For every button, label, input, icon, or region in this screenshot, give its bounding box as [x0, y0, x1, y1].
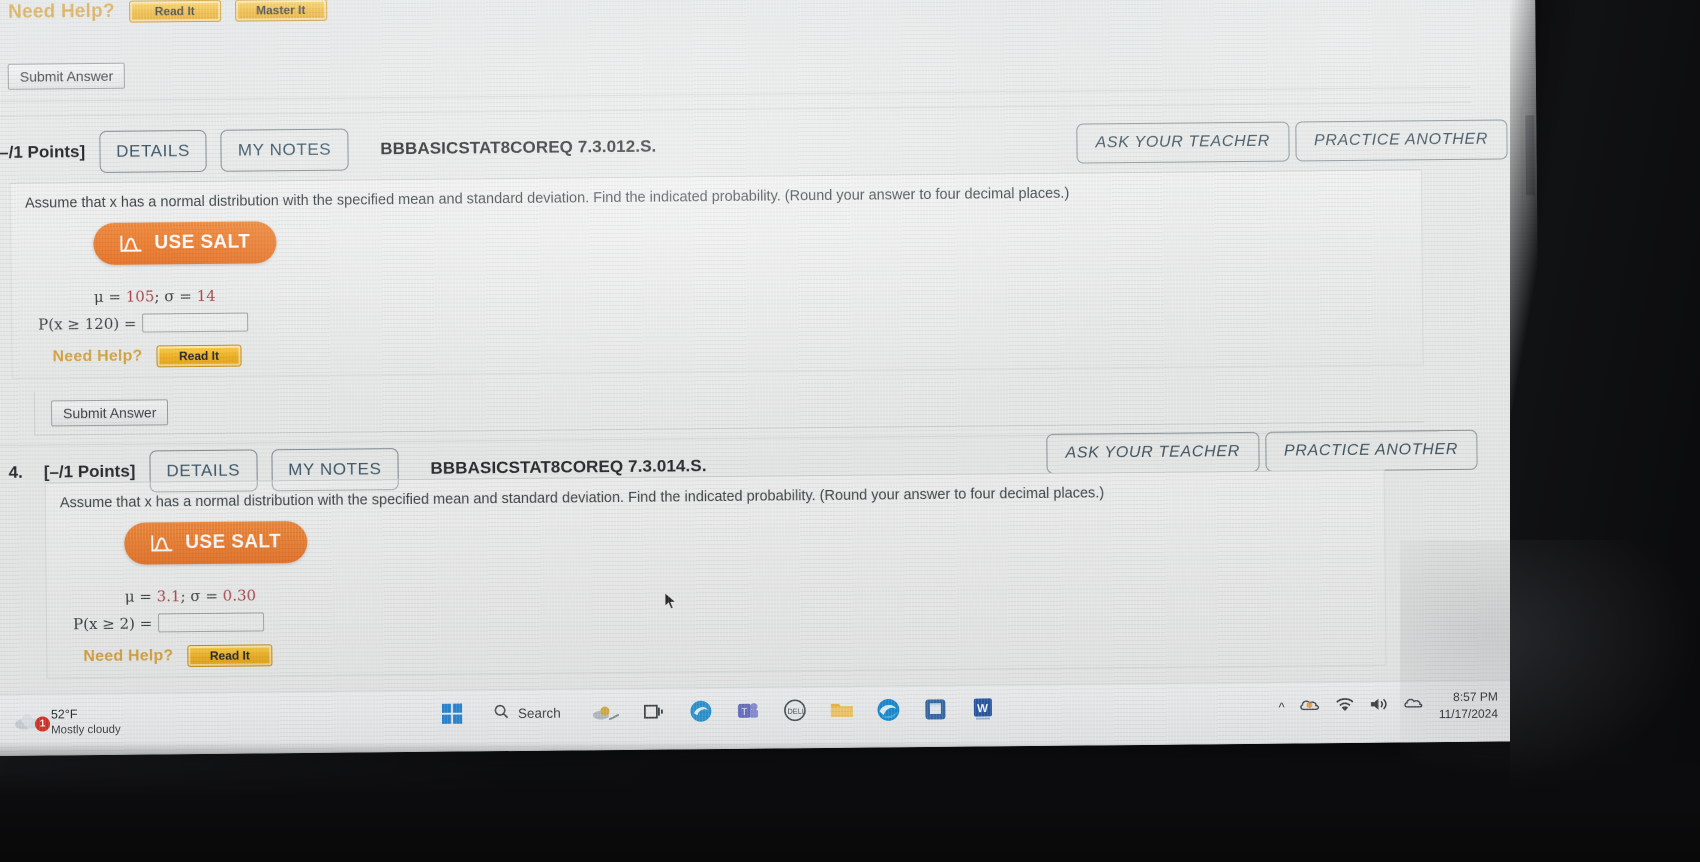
submit-answer-button-1[interactable]: Submit Answer [50, 399, 169, 427]
mu-symbol-1: μ [93, 287, 104, 307]
distribution-parameters-2: μ = 3.1; σ = 0.30 [125, 586, 256, 605]
sigma-equals-2: = [200, 586, 223, 606]
desk-reflection [1400, 540, 1700, 780]
onedrive-icon[interactable] [1299, 696, 1321, 719]
master-it-button[interactable]: Master It [234, 0, 327, 22]
problem-submit-area-1: Submit Answer [33, 378, 1425, 436]
need-help-row-2: Need Help? Read It [83, 644, 273, 668]
problem-id-2: BBBASICSTAT8COREQ 7.3.014.S. [430, 456, 707, 478]
weather-notification-badge: 1 [34, 716, 51, 732]
svg-text:DELL: DELL [787, 707, 806, 716]
ask-your-teacher-button-1[interactable]: ASK YOUR TEACHER [1076, 121, 1290, 164]
mu-equals-1: = [103, 287, 126, 306]
problem-id-1: BBBASICSTAT8COREQ 7.3.012.S. [380, 136, 657, 159]
edge-icon[interactable] [874, 694, 904, 724]
weather-condition: Mostly cloudy [51, 723, 121, 737]
submit-answer-button[interactable]: Submit Answer [7, 62, 126, 90]
use-salt-button-1[interactable]: USE SALT [93, 221, 277, 266]
chevron-up-icon[interactable]: ^ [1279, 700, 1285, 715]
edge-copilot-icon[interactable] [686, 696, 716, 726]
use-salt-button-2[interactable]: USE SALT [124, 520, 308, 565]
question-text-2: Assume that x has a normal distribution … [59, 485, 1105, 512]
taskbar-weather-widget[interactable]: 1 52°F Mostly cloudy [13, 706, 121, 739]
read-it-button[interactable]: Read It [128, 0, 221, 23]
sigma-symbol-1: σ [164, 287, 175, 306]
monitor-screen: Need Help? Read It Master It Submit Answ… [0, 0, 1543, 756]
monitor-photo: Need Help? Read It Master It Submit Answ… [0, 0, 1700, 862]
teams-icon[interactable]: T [733, 696, 763, 726]
practice-another-button-2[interactable]: PRACTICE ANOTHER [1264, 429, 1478, 472]
problem-header-1: [–/1 Points] DETAILS MY NOTES BBBASICSTA… [0, 126, 657, 174]
top-need-help-row: Need Help? Read It Master It [8, 0, 327, 24]
sigma-value-1: 14 [196, 286, 216, 306]
need-help-row-1: Need Help? Read It [52, 344, 242, 369]
taskbar-app-icons: Search T DELL W [437, 693, 998, 728]
probability-expression-2: P(x ≥ 2) = [72, 613, 153, 633]
sigma-equals-1: = [174, 287, 197, 306]
widgets-icon[interactable] [592, 697, 622, 727]
problem-actions-2: ASK YOUR TEACHER PRACTICE ANOTHER [1046, 429, 1478, 474]
search-icon [494, 704, 509, 722]
volume-icon[interactable] [1369, 695, 1389, 717]
mu-value-1: 105 [125, 287, 155, 306]
answer-input-1[interactable] [142, 312, 249, 333]
store-icon[interactable] [921, 694, 951, 724]
mu-equals-2: = [134, 587, 157, 606]
details-button-1[interactable]: DETAILS [98, 129, 208, 173]
svg-text:W: W [977, 703, 988, 715]
mu-value-2: 3.1 [156, 587, 181, 606]
mu-symbol-2: μ [124, 587, 135, 606]
practice-another-button-1[interactable]: PRACTICE ANOTHER [1294, 119, 1508, 162]
sigma-value-2: 0.30 [222, 586, 257, 605]
webassign-page: Need Help? Read It Master It Submit Answ… [0, 0, 1542, 694]
read-it-button-2[interactable]: Read It [187, 644, 273, 668]
distribution-parameters-1: μ = 105; σ = 14 [94, 287, 216, 306]
question-number-2: 4. [8, 462, 23, 482]
normal-curve-icon [150, 533, 174, 553]
normal-curve-icon [119, 234, 143, 254]
file-explorer-icon[interactable] [827, 695, 857, 725]
problem-actions-1: ASK YOUR TEACHER PRACTICE ANOTHER [1076, 119, 1508, 164]
ask-your-teacher-button-2[interactable]: ASK YOUR TEACHER [1046, 431, 1260, 474]
section-divider [0, 101, 1472, 117]
use-salt-label-2: USE SALT [185, 531, 282, 554]
answer-input-2[interactable] [158, 612, 265, 633]
param-separator-1: ; [154, 287, 165, 306]
svg-text:T: T [741, 707, 747, 718]
problem-body-1: Assume that x has a normal distribution … [9, 169, 1424, 379]
sigma-symbol-2: σ [190, 587, 201, 606]
question-text-1: Assume that x has a normal distribution … [24, 185, 1070, 212]
word-icon[interactable]: W [968, 693, 998, 723]
mouse-cursor [664, 591, 678, 616]
taskview-icon[interactable] [639, 697, 669, 727]
problem-body-2: Assume that x has a normal distribution … [44, 469, 1387, 679]
weather-temperature: 52°F [50, 707, 78, 722]
use-salt-label-1: USE SALT [154, 231, 251, 254]
need-help-label: Need Help? [8, 0, 115, 23]
taskbar-search-label: Search [517, 705, 561, 721]
param-separator-2: ; [180, 587, 191, 606]
probability-row-1: P(x ≥ 120) = [38, 312, 249, 334]
dell-icon[interactable]: DELL [780, 695, 810, 725]
weather-text: 52°F Mostly cloudy [51, 706, 121, 739]
need-help-label-1: Need Help? [52, 347, 143, 366]
taskbar-search[interactable]: Search [484, 697, 575, 728]
probability-row-2: P(x ≥ 2) = [72, 612, 265, 633]
points-label-2: [–/1 Points] [43, 461, 136, 482]
my-notes-button-1[interactable]: MY NOTES [220, 128, 349, 172]
points-label-1: [–/1 Points] [0, 142, 86, 162]
top-submit-area: Submit Answer [0, 39, 1471, 102]
wifi-icon[interactable] [1335, 696, 1355, 718]
probability-expression-1: P(x ≥ 120) = [38, 314, 137, 334]
need-help-label-2: Need Help? [83, 647, 174, 666]
read-it-button-1[interactable]: Read It [156, 344, 242, 368]
start-icon[interactable] [437, 698, 467, 728]
